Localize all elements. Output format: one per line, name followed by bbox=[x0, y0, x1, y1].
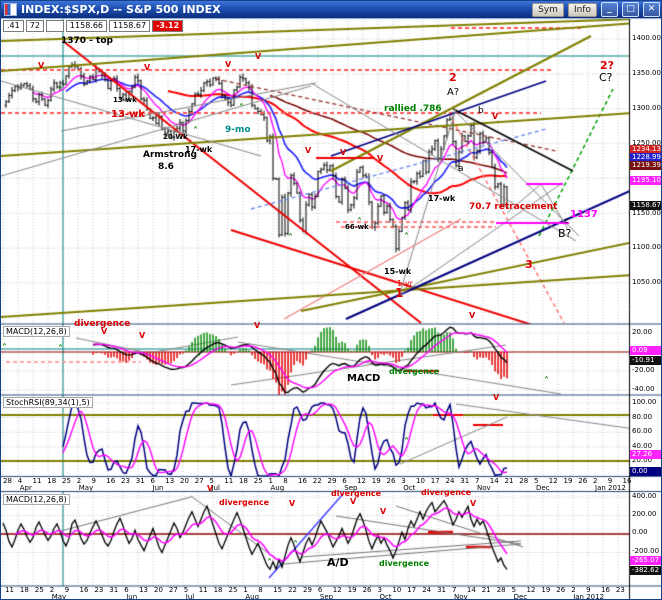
quote-field-4: 1158.67 bbox=[109, 20, 150, 32]
info-button[interactable]: Info bbox=[568, 3, 597, 17]
chart-window: INDEX:$SPX,D -- S&P 500 INDEX Sym Info _… bbox=[0, 0, 662, 600]
ad-panel-label: MACD(12,26,8) bbox=[3, 494, 70, 505]
window-title: INDEX:$SPX,D -- S&P 500 INDEX bbox=[21, 3, 528, 16]
minimize-button[interactable]: _ bbox=[601, 2, 618, 17]
app-icon bbox=[4, 3, 17, 16]
title-bar[interactable]: INDEX:$SPX,D -- S&P 500 INDEX Sym Info _… bbox=[1, 1, 662, 18]
quote-field-1: 72 bbox=[26, 20, 44, 32]
quote-field-0: .41 bbox=[3, 20, 24, 32]
close-button[interactable]: ✕ bbox=[643, 2, 660, 17]
stoch-panel-label: StochRSI(89,34(1),5) bbox=[3, 397, 93, 408]
quote-field-3: 1158.66 bbox=[66, 20, 107, 32]
quote-change: -3.12 bbox=[152, 20, 183, 32]
macd-panel-label: MACD(12,26,8) bbox=[3, 326, 70, 337]
sym-button[interactable]: Sym bbox=[532, 3, 564, 17]
maximize-button[interactable]: □ bbox=[622, 2, 639, 17]
quote-field-2 bbox=[46, 20, 64, 32]
chart-canvas[interactable] bbox=[1, 1, 662, 600]
quote-row: .4172 1158.661158.67-3.12 bbox=[3, 20, 183, 32]
